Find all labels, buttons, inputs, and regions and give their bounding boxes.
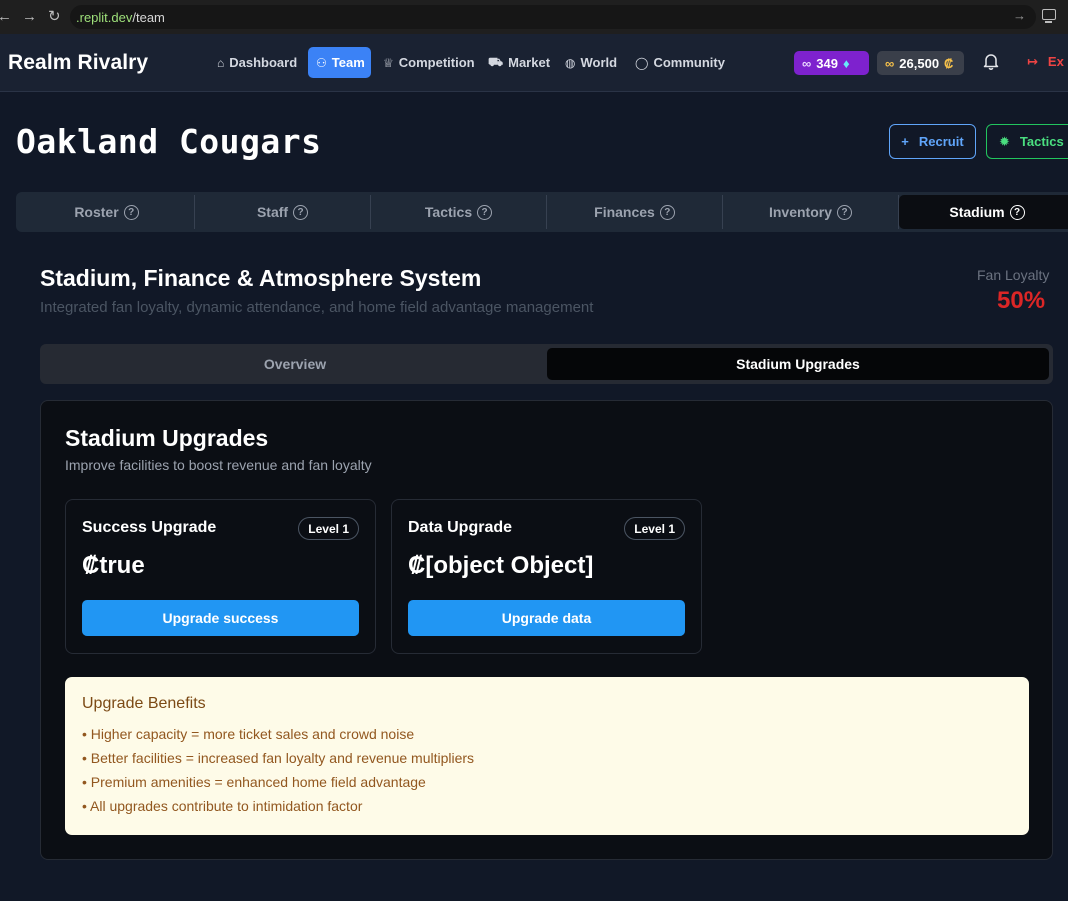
tab-label: Finances bbox=[594, 204, 655, 220]
tab-staff[interactable]: Staff? bbox=[195, 195, 371, 229]
tab-label: Stadium bbox=[949, 204, 1005, 220]
nav-dashboard[interactable]: ⌂ Dashboard bbox=[209, 47, 305, 78]
reload-icon[interactable]: ↻ bbox=[48, 7, 61, 27]
app-header: Realm Rivalry ⌂ Dashboard ⚇ Team ♕ Competit… bbox=[0, 34, 1068, 92]
card-title: Stadium Upgrades bbox=[65, 425, 269, 451]
nav-team[interactable]: ⚇ Team bbox=[308, 47, 371, 78]
nav-label: Competition bbox=[398, 55, 475, 70]
tactics-button[interactable]: ✹ Tactics bbox=[986, 124, 1068, 159]
subtab-stadium-upgrades[interactable]: Stadium Upgrades bbox=[547, 348, 1049, 380]
fan-loyalty-value: 50% bbox=[997, 287, 1046, 314]
stadium-subtabs: Overview Stadium Upgrades bbox=[40, 344, 1053, 384]
gear-icon: ✹ bbox=[999, 133, 1010, 149]
level-badge: Level 1 bbox=[624, 517, 685, 540]
help-icon[interactable]: ? bbox=[837, 204, 852, 220]
help-icon[interactable]: ? bbox=[1009, 204, 1025, 220]
benefits-title: Upgrade Benefits bbox=[82, 695, 206, 712]
address-bar[interactable]: .replit.dev/team → bbox=[70, 5, 1036, 29]
nav-label: Market bbox=[508, 55, 551, 70]
tab-label: Inventory bbox=[768, 204, 832, 220]
trophy-icon: ♕ bbox=[383, 55, 394, 70]
recruit-label: Recruit bbox=[918, 134, 964, 149]
upgrade-success-button[interactable]: Upgrade success bbox=[82, 600, 359, 636]
url-host: .replit.dev bbox=[76, 9, 133, 25]
exit-button[interactable]: ↦ Ex bbox=[1027, 54, 1064, 70]
fan-loyalty-label: Fan Loyalty bbox=[977, 267, 1050, 283]
credits-count: 26,500 bbox=[899, 55, 940, 71]
browser-toolbar: ← → ↻ .replit.dev/team → bbox=[0, 0, 1068, 34]
bell-icon[interactable] bbox=[983, 52, 1001, 74]
upgrade-name: Data Upgrade bbox=[408, 519, 513, 536]
tab-finances[interactable]: Finances? bbox=[547, 195, 723, 229]
logout-icon: ↦ bbox=[1027, 54, 1038, 69]
credit-symbol: ₡ bbox=[944, 55, 954, 71]
upgrade-cost: ₡true bbox=[82, 552, 145, 579]
benefit-item: • Better facilities = increased fan loya… bbox=[82, 750, 475, 766]
tab-inventory[interactable]: Inventory? bbox=[723, 195, 899, 229]
exit-label: Ex bbox=[1047, 54, 1064, 69]
help-icon[interactable]: ? bbox=[477, 204, 493, 220]
globe-icon: ◍ bbox=[565, 55, 576, 70]
upgrade-data-button[interactable]: Upgrade data bbox=[408, 600, 685, 636]
nav-label: Team bbox=[331, 55, 365, 70]
gem-icon: ♦ bbox=[842, 55, 850, 71]
upgrade-card-success: Success Upgrade Level 1 ₡true Upgrade su… bbox=[65, 499, 376, 654]
nav-label: Community bbox=[653, 55, 725, 70]
help-icon[interactable]: ? bbox=[293, 204, 309, 220]
users-icon: ⚇ bbox=[316, 55, 327, 70]
nav-label: World bbox=[580, 55, 618, 70]
benefit-item: • Premium amenities = enhanced home fiel… bbox=[82, 774, 426, 790]
upgrade-benefits-panel: Upgrade Benefits • Higher capacity = mor… bbox=[65, 677, 1029, 835]
stadium-upgrades-card: Stadium Upgrades Improve facilities to b… bbox=[40, 400, 1053, 860]
back-icon[interactable]: ← bbox=[0, 7, 12, 27]
cart-icon: ⛟ bbox=[488, 54, 504, 69]
benefit-item: • Higher capacity = more ticket sales an… bbox=[82, 726, 415, 742]
upgrade-card-data: Data Upgrade Level 1 ₡[object Object] Up… bbox=[391, 499, 702, 654]
display-icon[interactable] bbox=[1042, 9, 1056, 23]
home-icon: ⌂ bbox=[217, 55, 225, 70]
help-icon[interactable]: ? bbox=[659, 204, 675, 220]
recruit-button[interactable]: + Recruit bbox=[889, 124, 976, 159]
tab-roster[interactable]: Roster? bbox=[19, 195, 195, 229]
tab-label: Staff bbox=[256, 204, 289, 220]
upgrade-cost: ₡[object Object] bbox=[408, 552, 594, 579]
card-subtitle: Improve facilities to boost revenue and … bbox=[65, 457, 372, 473]
nav-competition[interactable]: ♕ Competition bbox=[375, 47, 483, 78]
credits-balance[interactable]: ∞ 26,500 ₡ bbox=[877, 51, 964, 75]
chat-icon: ◯ bbox=[635, 55, 649, 70]
gems-count: 349 bbox=[816, 55, 838, 71]
tab-stadium[interactable]: Stadium? bbox=[899, 195, 1068, 229]
forward-icon[interactable]: → bbox=[22, 7, 37, 27]
team-tabs: Roster? Staff? Tactics? Finances? Invent… bbox=[16, 192, 1068, 232]
url-path: /team bbox=[132, 9, 165, 25]
nav-market[interactable]: ⛟ Market bbox=[480, 47, 558, 78]
upgrade-name: Success Upgrade bbox=[82, 519, 217, 536]
tab-tactics[interactable]: Tactics? bbox=[371, 195, 547, 229]
nav-label: Dashboard bbox=[229, 55, 298, 70]
tab-label: Tactics bbox=[424, 204, 473, 220]
subtab-overview[interactable]: Overview bbox=[44, 348, 546, 380]
coins-icon: ∞ bbox=[885, 55, 895, 71]
brand-logo[interactable]: Realm Rivalry bbox=[8, 51, 148, 75]
tactics-label: Tactics bbox=[1019, 134, 1064, 149]
gems-balance[interactable]: ∞ 349 ♦ bbox=[794, 51, 869, 75]
team-name: Oakland Cougars bbox=[16, 122, 322, 161]
nav-community[interactable]: ◯ Community bbox=[627, 47, 733, 78]
tab-label: Roster bbox=[74, 204, 119, 220]
benefit-item: • All upgrades contribute to intimidatio… bbox=[82, 798, 363, 814]
navigate-icon[interactable]: → bbox=[1013, 8, 1026, 23]
help-icon[interactable]: ? bbox=[123, 204, 139, 220]
coins-icon: ∞ bbox=[802, 55, 812, 71]
nav-world[interactable]: ◍ World bbox=[557, 47, 625, 78]
section-title: Stadium, Finance & Atmosphere System bbox=[40, 265, 482, 291]
section-subtitle: Integrated fan loyalty, dynamic attendan… bbox=[40, 299, 594, 316]
level-badge: Level 1 bbox=[298, 517, 359, 540]
plus-icon: + bbox=[901, 134, 909, 149]
